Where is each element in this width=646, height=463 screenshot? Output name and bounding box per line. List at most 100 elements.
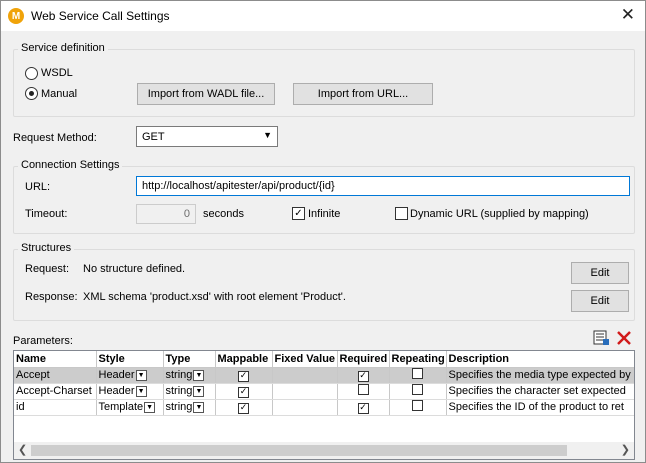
param-description[interactable]: Specifies the ID of the product to ret: [446, 399, 634, 416]
parameters-label: Parameters:: [13, 335, 73, 347]
seconds-label: seconds: [203, 208, 244, 220]
dropdown-arrow-icon[interactable]: ▼: [193, 401, 205, 413]
timeout-value: 0: [183, 208, 190, 220]
param-style: Template: [98, 401, 144, 413]
param-style-cell[interactable]: Template ▼: [96, 399, 164, 416]
response-structure-value: XML schema 'product.xsd' with root eleme…: [83, 291, 346, 303]
infinite-checkbox[interactable]: ✓: [292, 207, 305, 220]
infinite-label: Infinite: [308, 208, 341, 220]
manual-radio[interactable]: [25, 87, 38, 100]
structures-title: Structures: [18, 242, 75, 254]
mappable-checkbox[interactable]: ✓: [238, 402, 249, 414]
param-type-cell[interactable]: string ▼: [163, 399, 216, 416]
timeout-label: Timeout:: [25, 208, 68, 220]
param-description[interactable]: Specifies the media type expected by: [446, 367, 634, 384]
param-style-cell[interactable]: Header ▼: [96, 367, 164, 384]
param-style: Header: [98, 385, 135, 397]
parameters-table: Name Style Type Mappable Fixed Value Req…: [14, 351, 634, 416]
param-repeating-cell: [389, 367, 447, 384]
mappable-checkbox[interactable]: ✓: [238, 386, 249, 398]
param-required-cell: ✓: [337, 367, 390, 384]
param-mappable-cell: ✓: [215, 383, 273, 400]
scroll-right-icon[interactable]: ❯: [621, 443, 630, 456]
window-title: Web Service Call Settings: [31, 9, 170, 23]
param-fixed-value[interactable]: [272, 383, 338, 400]
request-method-select[interactable]: GET ▼: [136, 126, 278, 147]
param-name[interactable]: Accept-Charset: [14, 383, 97, 400]
edit-request-button[interactable]: Edit: [571, 262, 629, 284]
param-required-cell: [337, 383, 390, 400]
dropdown-arrow-icon[interactable]: ▼: [135, 385, 147, 397]
scroll-left-icon[interactable]: ❮: [18, 443, 27, 456]
param-mappable-cell: ✓: [215, 399, 273, 416]
param-repeating-cell: [389, 399, 447, 416]
edit-response-button[interactable]: Edit: [571, 290, 629, 312]
horizontal-scrollbar[interactable]: ❮ ❯: [14, 442, 634, 459]
column-header[interactable]: Description: [446, 351, 634, 368]
param-name[interactable]: id: [14, 399, 97, 416]
request-structure-value: No structure defined.: [83, 263, 186, 275]
column-header[interactable]: Repeating: [389, 351, 447, 368]
param-style: Header: [98, 369, 135, 381]
dynamic-url-label: Dynamic URL (supplied by mapping): [410, 208, 589, 220]
connection-settings-title: Connection Settings: [18, 159, 123, 171]
column-header[interactable]: Required: [337, 351, 390, 368]
dialog-window: M Web Service Call Settings ✕ Service de…: [0, 0, 646, 463]
scrollbar-thumb[interactable]: [31, 445, 567, 456]
request-method-value: GET: [142, 130, 165, 143]
param-fixed-value[interactable]: [272, 367, 338, 384]
repeating-checkbox[interactable]: [412, 368, 423, 379]
table-row[interactable]: Accept-Charset Header ▼ string ▼ ✓ Specifi…: [14, 383, 634, 400]
param-description[interactable]: Specifies the character set expected: [446, 383, 634, 400]
param-type: string: [165, 385, 193, 397]
url-value: http://localhost/apitester/api/product/{…: [142, 180, 335, 192]
column-header[interactable]: Fixed Value: [272, 351, 338, 368]
column-header[interactable]: Type: [163, 351, 216, 368]
wsdl-radio[interactable]: [25, 67, 38, 80]
table-row[interactable]: id Template ▼ string ▼ ✓ ✓ Specifies the I…: [14, 399, 634, 416]
mapforce-logo-icon: M: [8, 8, 24, 24]
param-type: string: [165, 401, 193, 413]
request-structure-label: Request:: [25, 263, 70, 275]
required-checkbox[interactable]: ✓: [357, 402, 369, 414]
url-input[interactable]: http://localhost/apitester/api/product/{…: [136, 176, 630, 196]
delete-icon[interactable]: [616, 330, 632, 346]
close-icon[interactable]: ✕: [621, 6, 635, 24]
dropdown-arrow-icon[interactable]: ▼: [193, 369, 205, 381]
param-style-cell[interactable]: Header ▼: [96, 383, 164, 400]
required-checkbox[interactable]: ✓: [357, 370, 369, 382]
param-mappable-cell: ✓: [215, 367, 273, 384]
repeating-checkbox[interactable]: [412, 400, 423, 411]
dropdown-arrow-icon[interactable]: ▼: [193, 385, 205, 397]
url-label: URL:: [25, 181, 51, 193]
param-repeating-cell: [389, 383, 447, 400]
param-fixed-value[interactable]: [272, 399, 338, 416]
title-bar: M Web Service Call Settings ✕: [1, 1, 645, 31]
manual-label: Manual: [41, 88, 78, 100]
column-header[interactable]: Mappable: [215, 351, 273, 368]
param-type-cell[interactable]: string ▼: [163, 367, 216, 384]
param-required-cell: ✓: [337, 399, 390, 416]
dropdown-arrow-icon[interactable]: ▼: [135, 369, 147, 381]
repeating-checkbox[interactable]: [412, 384, 423, 395]
column-header[interactable]: Name: [14, 351, 97, 368]
add-parameter-icon[interactable]: [593, 330, 610, 346]
mappable-checkbox[interactable]: ✓: [238, 370, 249, 382]
parameters-header-row: Name Style Type Mappable Fixed Value Req…: [14, 351, 634, 368]
param-type-cell[interactable]: string ▼: [163, 383, 216, 400]
response-structure-label: Response:: [25, 291, 78, 303]
table-row[interactable]: Accept Header ▼ string ▼ ✓ ✓ Specifies the…: [14, 367, 634, 384]
service-definition-title: Service definition: [18, 42, 108, 54]
import-url-button[interactable]: Import from URL...: [293, 83, 433, 105]
required-checkbox[interactable]: [357, 384, 369, 395]
dynamic-url-checkbox[interactable]: [395, 207, 408, 220]
import-wadl-button[interactable]: Import from WADL file...: [137, 83, 275, 105]
timeout-input[interactable]: 0: [136, 204, 196, 224]
request-method-label: Request Method:: [13, 132, 97, 144]
param-type: string: [165, 369, 193, 381]
column-header[interactable]: Style: [96, 351, 164, 368]
param-name[interactable]: Accept: [14, 367, 97, 384]
chevron-down-icon: ▼: [263, 130, 272, 140]
dropdown-arrow-icon[interactable]: ▼: [144, 401, 156, 413]
structures-group: Structures: [13, 242, 635, 321]
